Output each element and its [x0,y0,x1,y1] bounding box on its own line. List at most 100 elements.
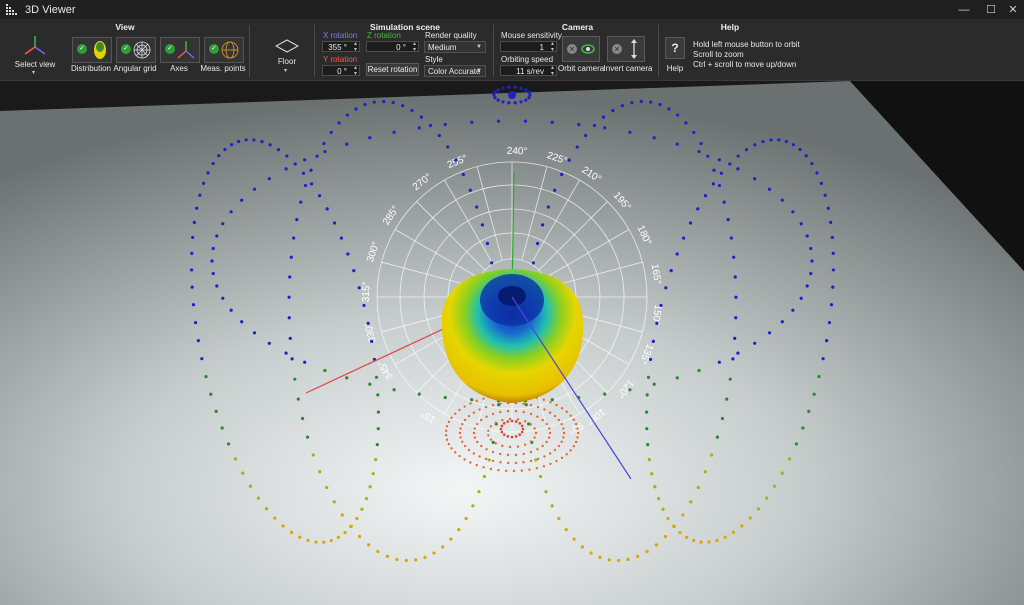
scene-canvas[interactable]: 240° 225°210°195°180°165°150°135°120°105°… [0,81,1024,605]
measurement-point [336,535,340,539]
measurement-point [831,268,836,272]
measurement-point [684,121,688,125]
measurement-point [518,433,522,436]
measurement-point [501,418,504,422]
measurement-point [520,424,524,428]
measurement-point [463,418,467,422]
ribbon: View Select view ▾ ✓ Distribution ✓ Angu… [0,19,1024,81]
spinner-arrows-icon[interactable]: ▴ ▾ [413,41,416,53]
minimize-button[interactable]: — [951,0,977,19]
measurement-point [827,320,832,325]
measurement-point [617,558,621,563]
measurement-point [601,115,606,119]
measurement-point [476,422,479,426]
measurement-point [731,357,735,361]
measurement-point [506,453,510,457]
spinner-arrows-icon[interactable]: ▴ ▾ [354,41,357,53]
measurement-point [780,320,784,324]
measurement-point [726,218,730,222]
toggle-meas-points[interactable]: ✓ [204,37,244,63]
measurement-point [337,121,341,125]
measurement-point [798,147,802,152]
spinner-arrows-icon[interactable]: ▴ ▾ [551,41,554,53]
measurement-point [453,451,457,454]
measurement-point [646,442,650,447]
measurement-point [508,91,516,99]
spinner-arrows-icon[interactable]: ▴ ▾ [354,65,357,77]
measurement-point [501,444,504,448]
z-rotation-input[interactable]: 0 ° ▴ ▾ [366,41,419,53]
measurement-point [325,485,329,490]
measurement-point [244,138,248,142]
help-button[interactable]: ? [665,37,685,59]
measurement-point [230,143,234,147]
toggle-distribution[interactable]: ✓ [72,37,112,63]
measurement-point [491,459,495,463]
floor-button[interactable]: Floor ▾ [268,37,306,77]
toggle-angular-grid[interactable]: ✓ [116,37,156,63]
measurement-point [211,271,215,276]
measurement-point [719,171,724,175]
mouse-sensitivity-input[interactable]: 1 ▴ ▾ [500,41,557,53]
render-quality-select[interactable]: Medium ▼ [424,41,486,53]
measurement-point [470,398,474,402]
measurement-point [648,357,653,362]
measurement-point [376,410,381,414]
y-rotation-input[interactable]: 0 ° ▴ ▾ [322,65,360,77]
measurement-point [560,440,563,444]
measurement-point [667,107,671,111]
measurement-point [518,422,522,425]
measurement-point [560,422,563,426]
orbiting-speed-label: Orbiting speed [501,55,554,64]
measurement-point [273,516,277,520]
reset-rotation-button[interactable]: Reset rotation [366,63,419,76]
measurement-point [303,183,308,188]
measurement-point [345,113,349,117]
spinner-arrows-icon[interactable]: ▴ ▾ [551,65,554,77]
check-icon: ✓ [77,44,87,54]
close-button[interactable]: ✕ [1000,0,1024,19]
measurement-point [560,406,564,410]
measurement-point [733,336,737,340]
toggle-axes[interactable]: ✓ [160,37,200,63]
measurement-point [461,422,464,426]
measurement-point [555,403,558,407]
measurement-point [364,497,368,501]
measurement-point [189,268,194,272]
measurement-point [289,530,294,534]
select-view-button[interactable]: Select view ▾ [12,35,58,76]
measurement-point [697,368,701,373]
orbit-camera-button[interactable]: ✕ [562,36,600,62]
measurement-point [472,431,476,435]
measurement-point [472,452,476,455]
invert-camera-button[interactable]: ✕ [607,36,645,62]
measurement-point [543,408,546,411]
style-select[interactable]: Color Accurate ▼ [424,65,486,77]
measurement-point [791,210,795,214]
measurement-point [761,139,765,144]
measurement-point [423,555,427,559]
measurement-point [522,452,525,456]
measurement-point [223,147,227,152]
x-rotation-input[interactable]: 355 ° ▴ ▾ [322,41,360,53]
measurement-point [345,142,349,146]
measurement-point [780,198,784,202]
3d-viewport[interactable]: 240° 225° 210° 195° 180° 165° 150° 135° 120° 105°… [0,81,1024,605]
help-line-orbit: Hold left mouse button to orbit [693,40,800,49]
help-line-move: Ctrl + scroll to move up/down [693,60,797,69]
measurement-point [769,138,773,142]
measurement-point [315,154,319,158]
measurement-point [572,445,576,448]
measurement-point [237,139,241,144]
measurement-point [340,513,344,517]
measurement-point [514,409,518,413]
measurement-point [801,426,805,430]
orbiting-speed-input[interactable]: 11 s/rev ▴ ▾ [500,65,557,77]
measurement-point [391,101,395,105]
measurement-point [206,171,210,175]
measurement-point [535,467,539,470]
measurement-point [504,469,508,473]
measurement-point [366,543,371,547]
measurement-point [572,418,576,421]
separator [314,25,315,77]
